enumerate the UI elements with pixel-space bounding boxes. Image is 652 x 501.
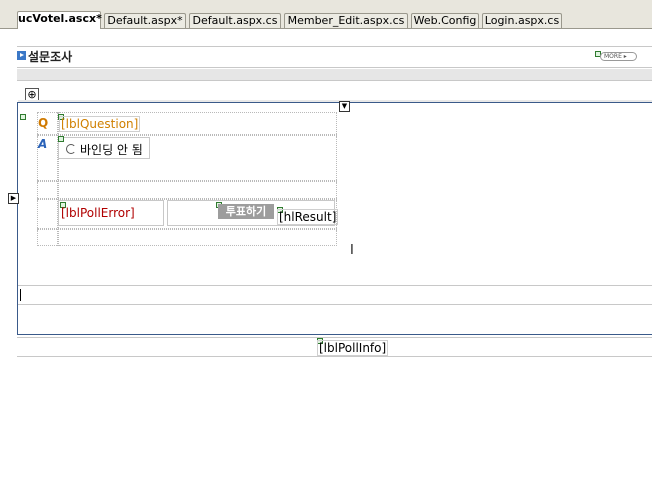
- radio-option-label: 바인딩 안 됨: [80, 143, 143, 157]
- panel-empty-row: [18, 285, 652, 305]
- tab-login-aspx-cs[interactable]: Login.aspx.cs: [482, 13, 562, 29]
- title-bullet-icon: [17, 51, 26, 60]
- table-row-divider: [37, 228, 337, 230]
- result-link[interactable]: [hlResult]: [277, 209, 339, 225]
- section-title: 설문조사: [28, 50, 73, 64]
- more-button[interactable]: MORE ▸: [600, 52, 637, 61]
- tab-web-config[interactable]: Web.Config: [411, 13, 479, 29]
- ibeam-cursor-icon: I: [350, 243, 354, 258]
- tab-default-aspx-cs[interactable]: Default.aspx.cs: [189, 13, 281, 29]
- tab-default-aspx[interactable]: Default.aspx*: [104, 13, 186, 29]
- text-caret: [20, 289, 21, 301]
- question-label[interactable]: [lblQuestion]: [59, 116, 141, 132]
- tab-member-edit-aspx-cs[interactable]: Member_Edit.aspx.cs: [284, 13, 408, 29]
- tab-ucvotel-ascx[interactable]: ucVotel.ascx*: [17, 11, 102, 29]
- question-mark-label: Q: [38, 116, 49, 130]
- poll-error-label[interactable]: [lblPollError]: [61, 206, 135, 220]
- expand-arrow-icon[interactable]: ▶: [8, 193, 19, 204]
- title-separator-band: [17, 69, 652, 81]
- vote-button[interactable]: 투표하기: [218, 204, 274, 219]
- table-row-divider: [37, 134, 337, 136]
- answer-mark-label: A: [38, 137, 48, 151]
- panel-dropdown-icon[interactable]: ▼: [339, 101, 350, 112]
- radio-button-icon[interactable]: [66, 144, 76, 154]
- poll-info-label[interactable]: [lblPollInfo]: [317, 340, 389, 356]
- table-row-divider: [37, 180, 337, 182]
- smart-tag-icon[interactable]: [20, 114, 26, 120]
- title-row: [17, 46, 652, 68]
- document-tab-strip: ucVotel.ascx* Default.aspx* Default.aspx…: [0, 0, 652, 29]
- smart-tag-icon[interactable]: [58, 136, 64, 142]
